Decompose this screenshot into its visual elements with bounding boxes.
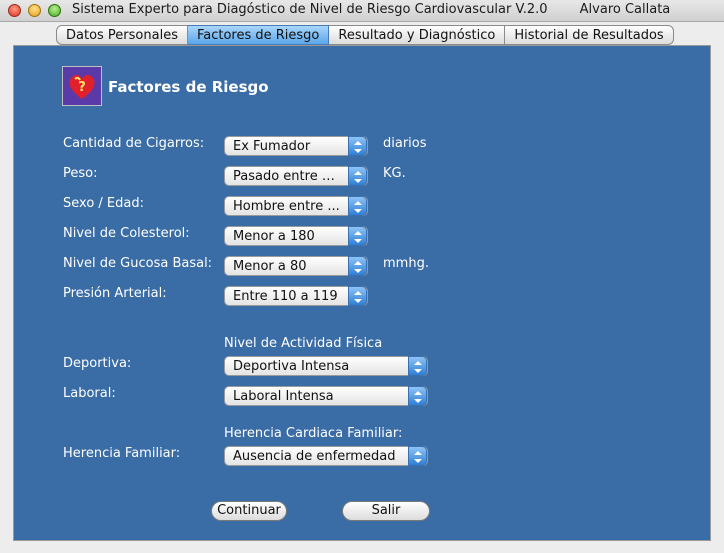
glucosa-label: Nivel de Gucosa Basal:	[63, 256, 213, 271]
laboral-label: Laboral:	[63, 386, 116, 401]
presion-value: Entre 110 a 119	[233, 289, 338, 304]
chevron-updown-icon	[348, 166, 367, 186]
glucosa-select[interactable]: Menor a 80	[224, 256, 368, 276]
chevron-updown-icon	[348, 136, 367, 156]
peso-unit: KG.	[383, 166, 406, 181]
title-bar: Sistema Experto para Diagóstico de Nivel…	[0, 0, 724, 22]
tab-bar: Datos Personales Factores de Riesgo Resu…	[56, 25, 674, 45]
section-title: Factores de Riesgo	[108, 78, 269, 96]
laboral-select[interactable]: Laboral Intensa	[224, 386, 428, 406]
herencia-label: Herencia Familiar:	[63, 446, 181, 461]
herencia-heading: Herencia Cardiaca Familiar:	[224, 426, 403, 441]
peso-select[interactable]: Pasado entre 5 ...	[224, 166, 368, 186]
presion-label: Presión Arterial:	[63, 286, 167, 301]
colesterol-label: Nivel de Colesterol:	[63, 226, 190, 241]
glucosa-unit: mmhg.	[383, 256, 429, 271]
sexo-edad-label: Sexo / Edad:	[63, 196, 144, 211]
cigarros-unit: diarios	[383, 136, 427, 151]
tab-datos-personales[interactable]: Datos Personales	[56, 25, 188, 45]
salir-button[interactable]: Salir	[342, 501, 430, 521]
continuar-button[interactable]: Continuar	[211, 501, 287, 521]
window-author: Alvaro Callata	[579, 2, 671, 17]
sexo-edad-select[interactable]: Hombre entre ...	[224, 196, 368, 216]
svg-text:?: ?	[78, 80, 86, 95]
main-panel: ? Factores de Riesgo Cantidad de Cigarro…	[13, 45, 711, 541]
actividad-heading: Nivel de Actividad Física	[224, 336, 383, 351]
heart-logo-icon: ?	[62, 66, 102, 106]
peso-value: Pasado entre 5 ...	[233, 169, 343, 184]
tab-resultado-diagnostico[interactable]: Resultado y Diagnóstico	[329, 25, 506, 45]
window-title: Sistema Experto para Diagóstico de Nivel…	[72, 2, 670, 17]
deportiva-value: Deportiva Intensa	[233, 359, 350, 374]
window-title-text: Sistema Experto para Diagóstico de Nivel…	[72, 2, 548, 17]
cigarros-label: Cantidad de Cigarros:	[63, 136, 205, 151]
close-window-button[interactable]	[8, 4, 21, 17]
herencia-value: Ausencia de enfermedad	[233, 449, 396, 464]
zoom-window-button[interactable]	[48, 4, 61, 17]
sexo-edad-value: Hombre entre ...	[233, 199, 340, 214]
peso-label: Peso:	[63, 166, 98, 181]
chevron-updown-icon	[408, 386, 427, 406]
tab-historial-resultados[interactable]: Historial de Resultados	[505, 25, 674, 45]
minimize-window-button[interactable]	[28, 4, 41, 17]
colesterol-value: Menor a 180	[233, 229, 315, 244]
deportiva-select[interactable]: Deportiva Intensa	[224, 356, 428, 376]
chevron-updown-icon	[348, 286, 367, 306]
presion-select[interactable]: Entre 110 a 119	[224, 286, 368, 306]
glucosa-value: Menor a 80	[233, 259, 307, 274]
chevron-updown-icon	[348, 196, 367, 216]
cigarros-select[interactable]: Ex Fumador	[224, 136, 368, 156]
laboral-value: Laboral Intensa	[233, 389, 334, 404]
deportiva-label: Deportiva:	[63, 356, 132, 371]
cigarros-value: Ex Fumador	[233, 139, 311, 154]
herencia-select[interactable]: Ausencia de enfermedad	[224, 446, 428, 466]
chevron-updown-icon	[348, 226, 367, 246]
chevron-updown-icon	[408, 356, 427, 376]
chevron-updown-icon	[408, 446, 427, 466]
colesterol-select[interactable]: Menor a 180	[224, 226, 368, 246]
chevron-updown-icon	[348, 256, 367, 276]
tab-factores-de-riesgo[interactable]: Factores de Riesgo	[187, 25, 330, 45]
